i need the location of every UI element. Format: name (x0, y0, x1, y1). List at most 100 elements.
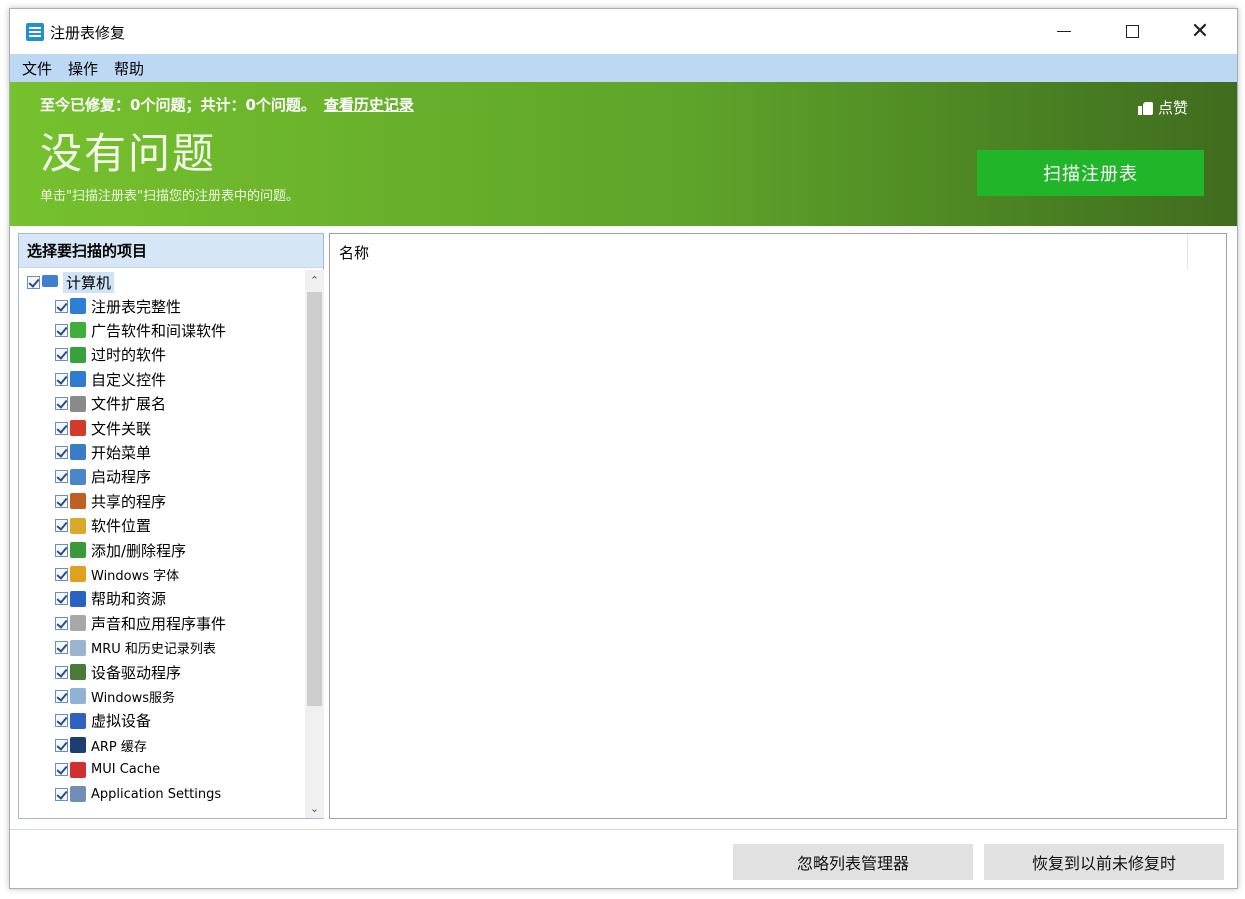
tree-item[interactable]: 开始菜单 (55, 440, 151, 464)
folder-icon (70, 517, 86, 534)
maximize-icon (1125, 25, 1139, 38)
checkbox[interactable] (55, 641, 68, 655)
computer-icon (42, 275, 58, 287)
menu-action[interactable]: 操作 (62, 58, 104, 79)
sound-icon (70, 615, 86, 632)
checkbox[interactable] (55, 323, 68, 337)
tree-item[interactable]: 声音和应用程序事件 (55, 611, 226, 635)
tree-item[interactable]: Windows 字体 (55, 562, 179, 586)
column-header-name[interactable]: 名称 (330, 234, 1188, 270)
tree-item-label: 虚拟设备 (91, 712, 152, 731)
app-window: 注册表修复 ✕ 文件 操作 帮助 至今已修复：0个问题；共计：0个问题。 查看历史… (9, 8, 1238, 889)
checkbox[interactable] (55, 470, 68, 484)
view-history-link[interactable]: 查看历史记录 (324, 96, 414, 114)
tree-item[interactable]: Application Settings (55, 782, 221, 806)
start-menu-icon (70, 444, 86, 461)
checkbox[interactable] (55, 763, 68, 777)
checkbox[interactable] (55, 567, 68, 581)
results-list: 名称 (329, 233, 1227, 819)
repair-stats: 至今已修复：0个问题；共计：0个问题。 查看历史记录 (40, 94, 414, 115)
virtual-device-icon (70, 712, 86, 729)
checkbox[interactable] (55, 372, 68, 386)
scroll-thumb[interactable] (307, 292, 322, 706)
maximize-button[interactable] (1109, 9, 1155, 54)
letter-a-icon (70, 420, 86, 436)
scroll-down-arrow-icon[interactable]: ⌄ (305, 798, 324, 818)
tree-item-label: 注册表完整性 (91, 297, 182, 316)
menu-file[interactable]: 文件 (16, 58, 58, 79)
tree-item-label: 软件位置 (91, 517, 152, 536)
status-banner: 至今已修复：0个问题；共计：0个问题。 查看历史记录 没有问题 单击"扫描注册表"… (10, 82, 1237, 226)
tree-item[interactable]: 帮助和资源 (55, 587, 166, 611)
ignore-list-manager-button[interactable]: 忽略列表管理器 (733, 844, 973, 880)
scan-items-tree: 计算机 注册表完整性广告软件和间谍软件过时的软件自定义控件文件扩展名文件关联 开始… (19, 270, 305, 818)
history-icon (70, 639, 86, 656)
scan-registry-button[interactable]: 扫描注册表 (977, 150, 1204, 196)
tree-scrollbar[interactable]: ⌃ ⌄ (305, 270, 324, 818)
scan-items-header: 选择要扫描的项目 (19, 234, 323, 268)
status-title: 没有问题 (40, 129, 217, 178)
registry-icon (70, 298, 86, 314)
tree-item-label: 文件扩展名 (91, 395, 167, 414)
checkbox[interactable] (55, 519, 68, 533)
tree-item[interactable]: 软件位置 (55, 514, 151, 538)
tree-item[interactable]: 虚拟设备 (55, 709, 151, 733)
footprint-icon (70, 737, 86, 754)
tree-item[interactable]: MUI Cache (55, 758, 160, 782)
tree-item[interactable]: 文件关联 (55, 416, 151, 440)
tree-item[interactable]: 过时的软件 (55, 343, 166, 367)
recycle-bin-icon (70, 346, 86, 363)
scan-items-panel: 选择要扫描的项目 计算机 注册表完整性广告软件和间谍软件过时的软件自定义控件文件… (18, 233, 324, 819)
checkbox[interactable] (55, 714, 68, 728)
font-icon (70, 566, 86, 583)
menu-help[interactable]: 帮助 (108, 58, 150, 79)
tree-item[interactable]: Windows服务 (55, 684, 175, 708)
registry-app-icon (26, 23, 44, 41)
checkbox[interactable] (55, 421, 68, 435)
tree-item-label: 自定义控件 (91, 370, 167, 389)
title-bar: 注册表修复 ✕ (10, 9, 1237, 54)
tree-root-computer[interactable]: 计算机 (27, 270, 115, 294)
tree-item[interactable]: 启动程序 (55, 465, 151, 489)
tree-item-label: 过时的软件 (91, 346, 167, 365)
scroll-up-arrow-icon[interactable]: ⌃ (305, 270, 324, 290)
status-hint: 单击"扫描注册表"扫描您的注册表中的问题。 (40, 189, 299, 204)
minimize-button[interactable] (1041, 9, 1087, 54)
tree-item[interactable]: ARP 缓存 (55, 733, 147, 757)
tree-item[interactable]: 文件扩展名 (55, 392, 166, 416)
checkbox[interactable] (27, 275, 40, 289)
checkbox[interactable] (55, 689, 68, 703)
tree-item[interactable]: 广告软件和间谍软件 (55, 318, 226, 342)
close-button[interactable]: ✕ (1177, 9, 1223, 54)
checkbox[interactable] (55, 494, 68, 508)
tree-item-label: 帮助和资源 (91, 590, 167, 609)
tree-item[interactable]: MRU 和历史记录列表 (55, 636, 216, 660)
tree-item[interactable]: 共享的程序 (55, 489, 166, 513)
file-icon (70, 395, 86, 412)
tree-root-label: 计算机 (63, 271, 115, 293)
minimize-icon (1057, 31, 1071, 32)
tree-item[interactable]: 设备驱动程序 (55, 660, 181, 684)
tree-item[interactable]: 注册表完整性 (55, 294, 181, 318)
checkbox[interactable] (55, 592, 68, 606)
tree-item[interactable]: 自定义控件 (55, 367, 166, 391)
network-icon (70, 371, 86, 388)
checkbox[interactable] (55, 397, 68, 411)
services-icon (70, 688, 86, 705)
checkbox[interactable] (55, 787, 68, 801)
like-button[interactable]: 点赞 (1138, 97, 1188, 118)
tree-item[interactable]: 添加/删除程序 (55, 538, 186, 562)
checkbox[interactable] (55, 616, 68, 630)
checkbox[interactable] (55, 445, 68, 459)
close-icon: ✕ (1190, 18, 1210, 44)
checkbox[interactable] (55, 738, 68, 752)
checkbox[interactable] (55, 665, 68, 679)
checkbox[interactable] (55, 299, 68, 313)
tree-item-label: 共享的程序 (91, 492, 167, 511)
tree-item-label: 启动程序 (91, 468, 152, 487)
chip-icon (70, 664, 86, 680)
checkbox[interactable] (55, 543, 68, 557)
checkbox[interactable] (55, 348, 68, 362)
restore-previous-button[interactable]: 恢复到以前未修复时 (984, 844, 1224, 880)
tree-item-label: MUI Cache (91, 762, 161, 778)
